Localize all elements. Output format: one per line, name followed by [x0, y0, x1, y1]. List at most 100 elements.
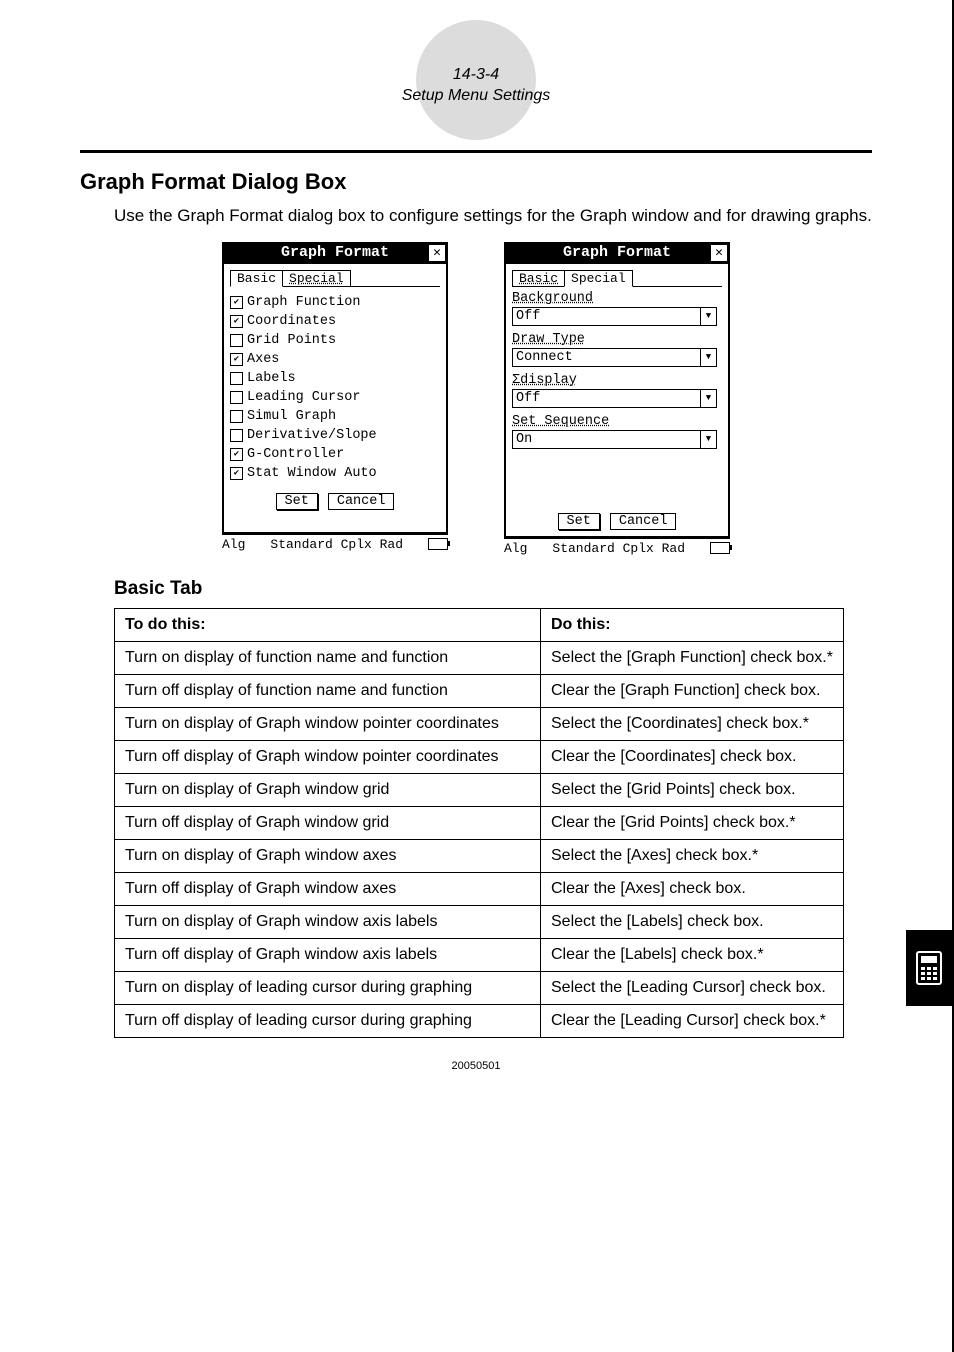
checkbox-icon[interactable]: ✔ [230, 353, 243, 366]
checkbox-item[interactable]: ✔Axes [230, 350, 440, 369]
table-row: Turn off display of function name and fu… [115, 674, 844, 707]
footer-code: 20050501 [80, 1060, 872, 1072]
checkbox-label: Labels [247, 371, 296, 386]
table-row: Turn on display of Graph window pointer … [115, 707, 844, 740]
checkbox-label: Stat Window Auto [247, 466, 377, 481]
cell-dothis: Select the [Labels] check box. [541, 905, 844, 938]
graph-format-special-dialog: Graph Format ✕ Basic Special BackgroundO… [504, 242, 730, 556]
cell-dothis: Clear the [Leading Cursor] check box.* [541, 1004, 844, 1037]
cell-dothis: Select the [Coordinates] check box.* [541, 707, 844, 740]
col-header-dothis: Do this: [541, 608, 844, 641]
table-row: Turn off display of Graph window gridCle… [115, 806, 844, 839]
chevron-down-icon[interactable]: ▼ [700, 349, 716, 366]
cell-todo: Turn on display of Graph window pointer … [115, 707, 541, 740]
cell-todo: Turn off display of leading cursor durin… [115, 1004, 541, 1037]
table-row: Turn on display of Graph window gridSele… [115, 773, 844, 806]
dropdown[interactable]: On ▼ [512, 430, 717, 449]
graph-format-basic-dialog: Graph Format ✕ Basic Special ✔Graph Func… [222, 242, 448, 556]
cell-todo: Turn off display of Graph window pointer… [115, 740, 541, 773]
cell-dothis: Select the [Leading Cursor] check box. [541, 971, 844, 1004]
cell-todo: Turn on display of leading cursor during… [115, 971, 541, 1004]
page-title: Graph Format Dialog Box [80, 169, 872, 195]
checkbox-icon[interactable]: ✔ [230, 448, 243, 461]
checkbox-icon[interactable] [230, 429, 243, 442]
dropdown[interactable]: Off▼ [512, 307, 717, 326]
cancel-button[interactable]: Cancel [328, 493, 395, 510]
checkbox-item[interactable]: ✔ G-Controller [230, 445, 440, 464]
instructions-table: To do this: Do this: Turn on display of … [114, 608, 844, 1038]
checkbox-icon[interactable] [230, 391, 243, 404]
table-row: Turn on display of Graph window axis lab… [115, 905, 844, 938]
checkbox-item[interactable]: Grid Points [230, 331, 440, 350]
table-row: Turn on display of function name and fun… [115, 641, 844, 674]
checkbox-item[interactable]: ✔ Stat Window Auto [230, 464, 440, 483]
status-bar: Alg Standard Cplx Rad [504, 538, 730, 556]
checkbox-icon[interactable]: ✔ [230, 296, 243, 309]
calculator-icon [906, 930, 952, 1006]
cell-todo: Turn on display of Graph window grid [115, 773, 541, 806]
dropdown-group: Draw TypeConnect▼ [512, 332, 722, 367]
dropdown-label: Draw Type [512, 332, 722, 347]
checkbox-icon[interactable] [230, 410, 243, 423]
dropdown-label: Set Sequence [512, 414, 722, 429]
cell-todo: Turn on display of Graph window axes [115, 839, 541, 872]
table-row: Turn on display of Graph window axesSele… [115, 839, 844, 872]
dropdown-group: Set Sequence On ▼ [512, 414, 722, 449]
checkbox-icon[interactable] [230, 372, 243, 385]
cell-dothis: Clear the [Grid Points] check box.* [541, 806, 844, 839]
cell-dothis: Clear the [Labels] check box.* [541, 938, 844, 971]
dropdown-group: BackgroundOff▼ [512, 291, 722, 326]
set-button[interactable]: Set [276, 493, 318, 510]
dropdown-group: Σdisplay Off ▼ [512, 373, 722, 408]
close-icon[interactable]: ✕ [710, 244, 728, 262]
table-row: Turn off display of Graph window axis la… [115, 938, 844, 971]
tab-special[interactable]: Special [282, 270, 351, 286]
checkbox-item[interactable]: ✔Graph Function [230, 293, 440, 312]
checkbox-item[interactable]: Leading Cursor [230, 388, 440, 407]
status-mid: Standard Cplx Rad [552, 541, 685, 556]
cancel-button[interactable]: Cancel [610, 513, 677, 530]
cell-dothis: Select the [Axes] check box.* [541, 839, 844, 872]
checkbox-item[interactable]: Labels [230, 369, 440, 388]
status-mid: Standard Cplx Rad [270, 537, 403, 552]
battery-icon [428, 538, 448, 550]
tab-basic[interactable]: Basic [512, 270, 565, 286]
checkbox-icon[interactable]: ✔ [230, 315, 243, 328]
cell-dothis: Select the [Graph Function] check box.* [541, 641, 844, 674]
dropdown[interactable]: Off ▼ [512, 389, 717, 408]
chevron-down-icon[interactable]: ▼ [700, 390, 716, 407]
chevron-down-icon[interactable]: ▼ [700, 431, 716, 448]
status-left: Alg [222, 537, 245, 552]
table-row: Turn off display of Graph window axesCle… [115, 872, 844, 905]
cell-dothis: Clear the [Coordinates] check box. [541, 740, 844, 773]
checkbox-label: Grid Points [247, 333, 336, 348]
dropdown-label: Σdisplay [512, 373, 722, 388]
dropdown[interactable]: Connect▼ [512, 348, 717, 367]
checkbox-item[interactable]: Derivative/Slope [230, 426, 440, 445]
cell-todo: Turn off display of function name and fu… [115, 674, 541, 707]
cell-dothis: Clear the [Axes] check box. [541, 872, 844, 905]
dropdown-value: On [516, 432, 532, 447]
set-button[interactable]: Set [558, 513, 600, 530]
checkbox-icon[interactable] [230, 334, 243, 347]
tab-basic[interactable]: Basic [230, 270, 283, 287]
cell-todo: Turn on display of Graph window axis lab… [115, 905, 541, 938]
checkbox-item[interactable]: Simul Graph [230, 407, 440, 426]
cell-todo: Turn off display of Graph window axis la… [115, 938, 541, 971]
cell-todo: Turn off display of Graph window axes [115, 872, 541, 905]
close-icon[interactable]: ✕ [428, 244, 446, 262]
checkbox-label: G-Controller [247, 447, 344, 462]
section-name: Setup Menu Settings [80, 86, 872, 107]
checkbox-label: Derivative/Slope [247, 428, 377, 443]
dialog-title: Graph Format [563, 244, 671, 261]
page-code: 14-3-4 [80, 65, 872, 86]
dropdown-value: Off [516, 391, 540, 406]
tab-special[interactable]: Special [564, 270, 633, 287]
checkbox-label: Simul Graph [247, 409, 336, 424]
cell-dothis: Select the [Grid Points] check box. [541, 773, 844, 806]
chevron-down-icon[interactable]: ▼ [700, 308, 716, 325]
checkbox-icon[interactable]: ✔ [230, 467, 243, 480]
dialog-title: Graph Format [281, 244, 389, 261]
table-row: Turn off display of leading cursor durin… [115, 1004, 844, 1037]
checkbox-item[interactable]: ✔Coordinates [230, 312, 440, 331]
